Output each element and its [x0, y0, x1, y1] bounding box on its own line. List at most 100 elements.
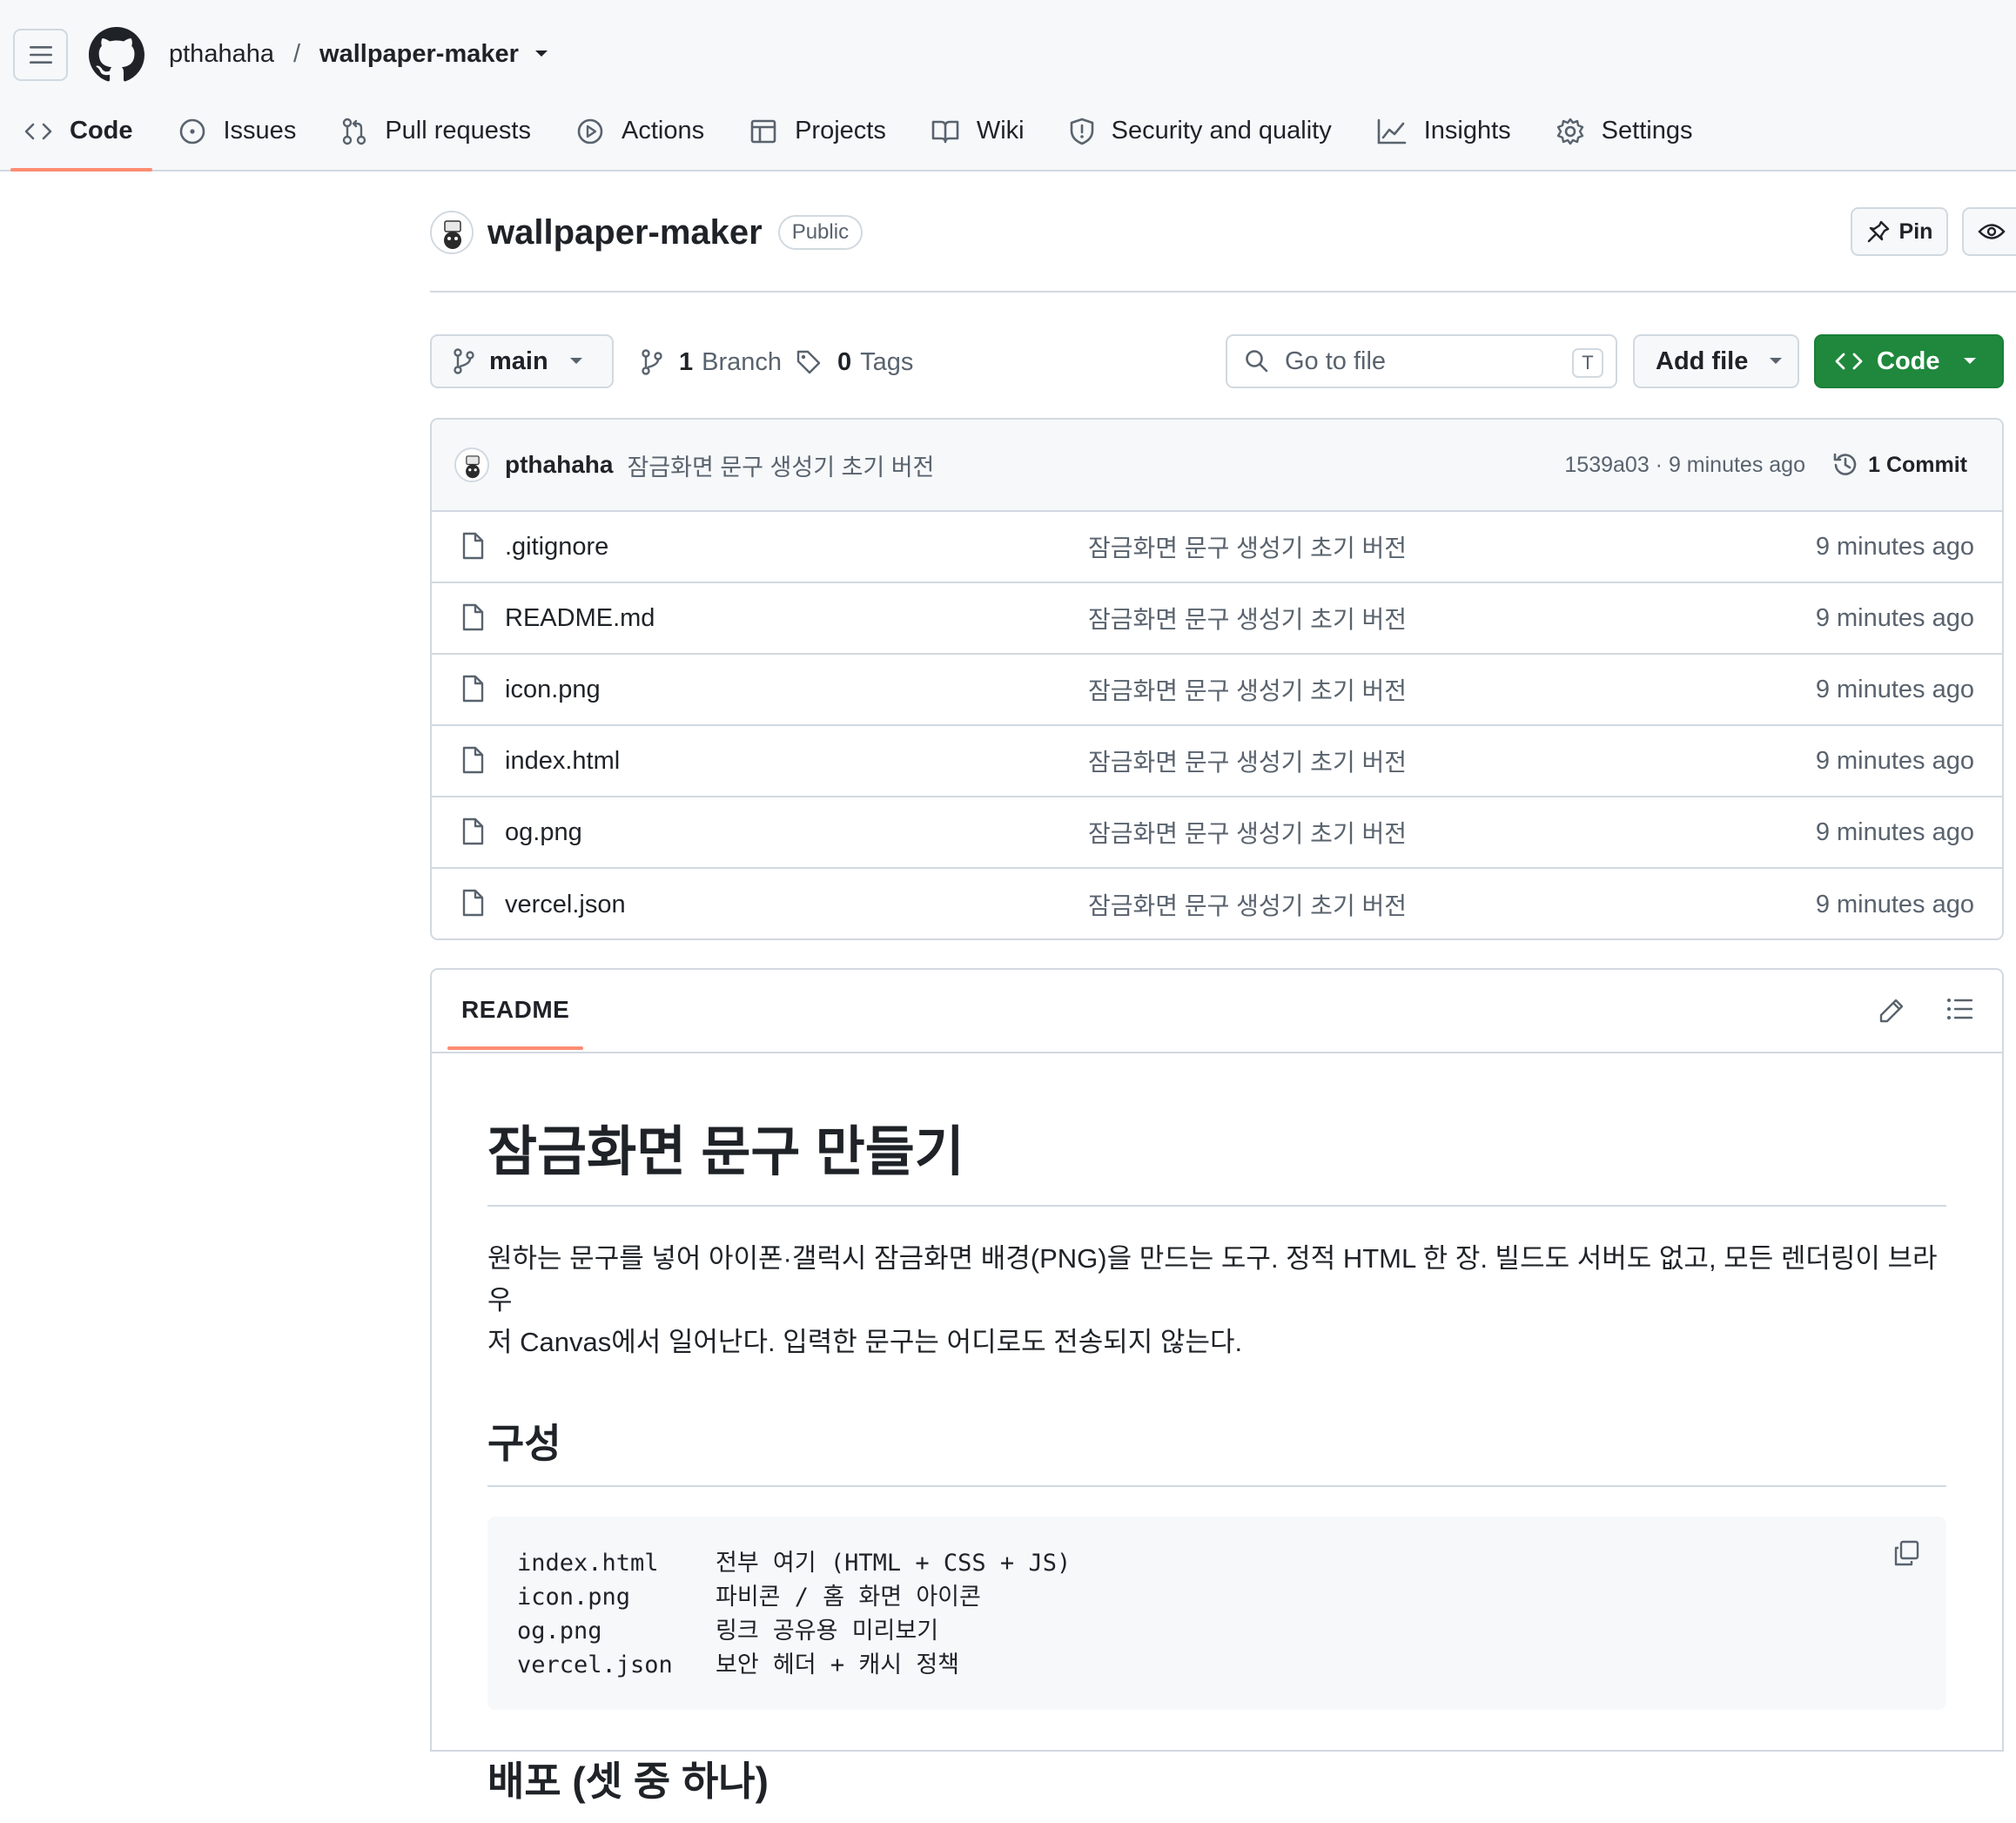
global-header: pthahaha / wallpaper-maker Code Issues P… — [0, 0, 2016, 172]
file-name[interactable]: README.md — [505, 604, 655, 633]
commit-author[interactable]: pthahaha — [505, 451, 613, 479]
branch-select-button[interactable]: main — [430, 334, 614, 388]
pencil-icon[interactable] — [1878, 998, 1905, 1024]
tab-readme[interactable]: README — [447, 996, 584, 1050]
chevron-down-icon[interactable] — [534, 50, 548, 58]
file-icon — [461, 675, 484, 703]
file-row[interactable]: vercel.json 잠금화면 문구 생성기 초기 버전 9 minutes … — [432, 869, 2002, 938]
watch-button[interactable] — [1962, 207, 2016, 256]
file-name[interactable]: og.png — [505, 818, 582, 847]
chevron-down-icon — [1963, 357, 1977, 366]
divider — [430, 291, 2016, 293]
code-desc: 링크 공유용 미리보기 — [716, 1618, 939, 1645]
readme-panel: README 잠금화면 문구 만들기 원하는 문구를 넣어 아이폰·갤럭시 잠금… — [430, 968, 2004, 1804]
code-line: og.png 링크 공유용 미리보기 — [517, 1614, 1917, 1648]
readme-intro-line: 원하는 문구를 넣어 아이폰·갤럭시 잠금화면 배경(PNG)을 만드는 도구.… — [487, 1243, 1938, 1315]
repo-nav-tabs: Code Issues Pull requests Actions Projec… — [0, 108, 1724, 172]
readme-header: README — [432, 970, 2002, 1053]
code-icon — [24, 121, 52, 142]
file-row[interactable]: og.png 잠금화면 문구 생성기 초기 버전 9 minutes ago — [432, 797, 2002, 869]
file-commit-message[interactable]: 잠금화면 문구 생성기 초기 버전 — [1088, 743, 1407, 778]
code-block: index.html 전부 여기 (HTML + CSS + JS) icon.p… — [487, 1517, 1946, 1710]
pin-icon — [1866, 219, 1899, 244]
file-table: pthahaha 잠금화면 문구 생성기 초기 버전 1539a03 · 9 m… — [430, 418, 2004, 940]
commit-hash-time[interactable]: 1539a03 · 9 minutes ago — [1564, 453, 1805, 478]
code-desc: 보안 헤더 + 캐시 정책 — [716, 1651, 959, 1678]
file-name[interactable]: vercel.json — [505, 891, 626, 919]
file-name[interactable]: icon.png — [505, 676, 601, 704]
file-commit-message[interactable]: 잠금화면 문구 생성기 초기 버전 — [1088, 887, 1407, 922]
add-file-label: Add file — [1656, 346, 1749, 375]
tab-projects[interactable]: Projects — [736, 108, 900, 154]
code-file: vercel.json — [517, 1651, 673, 1678]
play-icon — [576, 118, 604, 145]
readme-section-heading: 구성 — [487, 1412, 1946, 1487]
tab-insights[interactable]: Insights — [1363, 108, 1525, 154]
tab-label: Projects — [795, 117, 886, 145]
tag-count: 0 — [837, 347, 852, 376]
tags-link[interactable]: 0 Tags — [796, 341, 913, 383]
hamburger-icon — [29, 46, 52, 64]
branches-link[interactable]: 1 Branch — [641, 341, 782, 383]
repo-title[interactable]: wallpaper-maker — [487, 213, 763, 252]
tab-pull-requests[interactable]: Pull requests — [327, 108, 545, 154]
breadcrumb-repo[interactable]: wallpaper-maker — [319, 40, 519, 69]
copy-icon[interactable] — [1892, 1539, 1920, 1567]
avatar[interactable] — [430, 211, 474, 254]
file-row[interactable]: README.md 잠금화면 문구 생성기 초기 버전 9 minutes ag… — [432, 583, 2002, 655]
tag-word: Tags — [860, 347, 914, 376]
github-logo-icon[interactable] — [89, 27, 144, 83]
branch-count: 1 — [679, 347, 694, 376]
tab-issues[interactable]: Issues — [165, 108, 311, 154]
tab-label: Settings — [1601, 117, 1693, 145]
file-name[interactable]: index.html — [505, 747, 620, 776]
file-name[interactable]: .gitignore — [505, 533, 608, 562]
tab-settings[interactable]: Settings — [1542, 108, 1707, 154]
pin-label: Pin — [1898, 219, 1933, 244]
code-button[interactable]: Code — [1814, 334, 2004, 388]
tag-icon — [796, 350, 821, 374]
code-line: vercel.json 보안 헤더 + 캐시 정책 — [517, 1648, 1917, 1682]
file-row[interactable]: .gitignore 잠금화면 문구 생성기 초기 버전 9 minutes a… — [432, 512, 2002, 583]
file-commit-message[interactable]: 잠금화면 문구 생성기 초기 버전 — [1088, 672, 1407, 707]
file-date: 9 minutes ago — [1815, 532, 1974, 561]
code-icon — [1835, 351, 1863, 372]
repo-title-row: wallpaper-maker Public — [430, 207, 864, 258]
file-commit-message[interactable]: 잠금화면 문구 생성기 초기 버전 — [1088, 601, 1407, 636]
file-date: 9 minutes ago — [1815, 603, 1974, 632]
readme-intro: 원하는 문구를 넣어 아이폰·갤럭시 잠금화면 배경(PNG)을 만드는 도구.… — [487, 1238, 1946, 1363]
search-placeholder: Go to file — [1285, 346, 1387, 375]
breadcrumb-separator: / — [292, 39, 301, 68]
commit-message[interactable]: 잠금화면 문구 생성기 초기 버전 — [627, 448, 934, 482]
pin-button[interactable]: Pin — [1851, 207, 1948, 256]
keyboard-shortcut: T — [1572, 348, 1603, 378]
shield-icon — [1070, 118, 1094, 145]
tab-label: Pull requests — [385, 117, 531, 145]
file-commit-message[interactable]: 잠금화면 문구 생성기 초기 버전 — [1088, 815, 1407, 850]
tab-wiki[interactable]: Wiki — [917, 108, 1038, 154]
add-file-button[interactable]: Add file — [1633, 334, 1799, 388]
file-commit-message[interactable]: 잠금화면 문구 생성기 초기 버전 — [1088, 529, 1407, 564]
file-row[interactable]: index.html 잠금화면 문구 생성기 초기 버전 9 minutes a… — [432, 726, 2002, 797]
avatar[interactable] — [454, 447, 489, 482]
tab-actions[interactable]: Actions — [562, 108, 718, 154]
commits-link[interactable]: 1 Commit — [1831, 451, 1967, 479]
branch-word: Branch — [702, 347, 783, 376]
breadcrumb-owner[interactable]: pthahaha — [169, 40, 274, 69]
tab-label: Wiki — [976, 117, 1025, 145]
tab-security[interactable]: Security and quality — [1056, 108, 1346, 154]
graph-icon — [1377, 118, 1407, 145]
readme-heading: 잠금화면 문구 만들기 — [487, 1107, 1946, 1207]
file-icon — [461, 603, 484, 631]
file-icon — [461, 532, 484, 560]
go-to-file-input[interactable]: Go to file T — [1226, 334, 1617, 388]
readme-intro-line: 저 Canvas에서 일어난다. 입력한 문구는 어디로도 전송되지 않는다. — [487, 1327, 1243, 1357]
file-row[interactable]: icon.png 잠금화면 문구 생성기 초기 버전 9 minutes ago — [432, 655, 2002, 726]
history-icon — [1833, 453, 1857, 475]
list-icon[interactable] — [1946, 998, 1972, 1020]
latest-commit-row: pthahaha 잠금화면 문구 생성기 초기 버전 1539a03 · 9 m… — [432, 420, 2002, 512]
book-icon — [931, 119, 959, 144]
menu-button[interactable] — [13, 29, 68, 81]
tab-code[interactable]: Code — [0, 108, 151, 172]
branch-icon — [642, 349, 662, 375]
